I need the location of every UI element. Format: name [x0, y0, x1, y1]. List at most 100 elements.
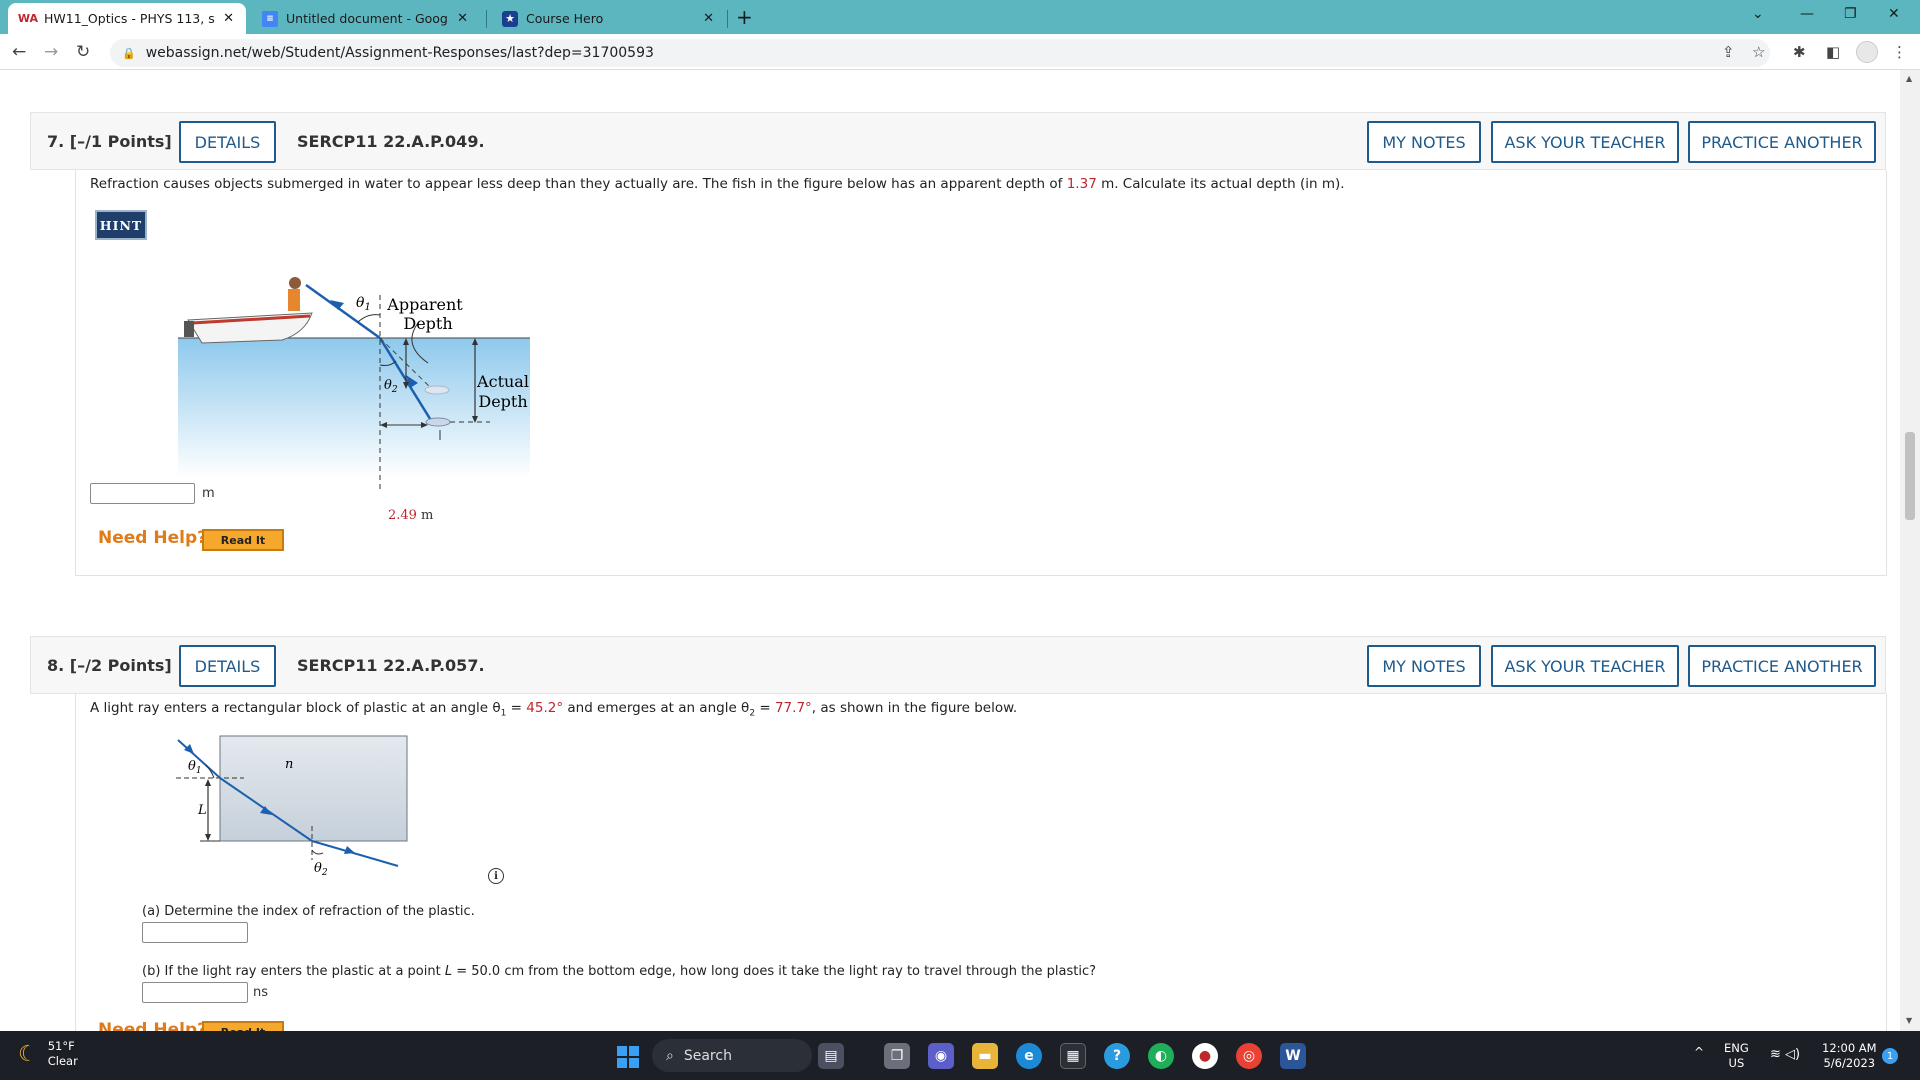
address-bar[interactable]: 🔒 webassign.net/web/Student/Assignment-R… — [110, 39, 1770, 67]
shield-app-icon[interactable]: ● — [1192, 1043, 1218, 1069]
app-icon[interactable]: ◐ — [1148, 1043, 1174, 1069]
restore-icon[interactable]: ❐ — [1844, 6, 1857, 22]
windows-taskbar: ☾ 51°F Clear ⌕ Search ▤ ❐ ◉ ▬ e ▦ ? ◐ ● … — [0, 1031, 1920, 1080]
question-code: SERCP11 22.A.P.057. — [297, 656, 485, 675]
share-icon[interactable]: ⇪ — [1722, 43, 1735, 61]
wifi-volume-icon[interactable]: ≋ ◁) — [1770, 1047, 1800, 1062]
bookmark-star-icon[interactable]: ☆ — [1752, 43, 1765, 61]
back-icon[interactable]: ← — [12, 42, 26, 62]
extensions-icon[interactable]: ✱ — [1793, 43, 1806, 61]
ray-arrow — [344, 846, 355, 854]
apparent-label: Apparent — [386, 295, 463, 314]
theta1-arc — [357, 314, 381, 323]
language-secondary: US — [1728, 1056, 1745, 1070]
file-explorer-icon[interactable]: ▬ — [972, 1043, 998, 1069]
question-number: 8. [–/2 Points] — [47, 656, 172, 675]
close-tab-icon[interactable]: ✕ — [703, 11, 714, 26]
menu-kebab-icon[interactable]: ⋮ — [1892, 43, 1907, 61]
actual-depth-input[interactable] — [90, 483, 195, 504]
theta2-arc — [311, 849, 324, 855]
details-button[interactable]: DETAILS — [179, 121, 276, 163]
actual-depth-label: Depth — [478, 392, 527, 411]
search-icon: ⌕ — [666, 1047, 674, 1064]
temperature: 51°F — [47, 1039, 75, 1053]
weather-widget[interactable]: ☾ 51°F Clear — [18, 1039, 78, 1069]
word-icon[interactable]: W — [1280, 1043, 1306, 1069]
fish-image — [424, 385, 450, 395]
edge-icon[interactable]: e — [1016, 1043, 1042, 1069]
tab-separator — [486, 10, 487, 28]
part-a-text: (a) Determine the index of refraction of… — [142, 904, 475, 919]
boat-motor — [184, 321, 194, 337]
n-label: n — [285, 757, 293, 772]
notification-badge[interactable]: 1 — [1882, 1048, 1898, 1064]
theta1-label: θ1 — [188, 759, 202, 776]
unit-label: m — [202, 486, 215, 501]
scroll-thumb[interactable] — [1905, 432, 1915, 520]
info-icon[interactable]: i — [488, 868, 504, 884]
clock[interactable]: 12:00 AM 5/6/2023 — [1822, 1041, 1877, 1071]
tab-course-hero[interactable]: ★ Course Hero ✕ — [490, 3, 726, 34]
details-button[interactable]: DETAILS — [179, 645, 276, 687]
apparent-depth-label: Depth — [403, 314, 452, 333]
practice-another-button[interactable]: PRACTICE ANOTHER — [1688, 121, 1876, 163]
side-panel-icon[interactable]: ◧ — [1826, 43, 1840, 61]
tray-chevron-icon[interactable]: ^ — [1694, 1045, 1704, 1060]
practice-another-button[interactable]: PRACTICE ANOTHER — [1688, 645, 1876, 687]
plastic-block — [219, 735, 408, 842]
theta1-label: θ1 — [356, 295, 371, 313]
part-b-input[interactable] — [142, 982, 248, 1003]
weather-condition: Clear — [47, 1054, 78, 1068]
read-it-button[interactable]: Read It — [202, 529, 284, 551]
my-notes-button[interactable]: MY NOTES — [1367, 121, 1481, 163]
fish — [425, 417, 451, 427]
tab-search-icon[interactable]: ⌄ — [1752, 6, 1764, 22]
text-part: A light ray enters a rectangular block o… — [90, 700, 501, 716]
page-scrollbar[interactable]: ▲ ▼ — [1900, 70, 1920, 1031]
scroll-down-icon[interactable]: ▼ — [1906, 1016, 1912, 1025]
fisherman-head — [289, 277, 301, 289]
need-help-label: Need Help? — [98, 1020, 207, 1031]
new-tab-icon[interactable]: + — [736, 5, 753, 29]
close-window-icon[interactable]: ✕ — [1888, 6, 1900, 22]
close-tab-icon[interactable]: ✕ — [223, 11, 234, 26]
text-part: and emerges at an angle θ — [563, 700, 750, 716]
help-icon[interactable]: ? — [1104, 1043, 1130, 1069]
tab-separator — [727, 10, 728, 28]
profile-avatar[interactable] — [1856, 41, 1878, 63]
url-text: webassign.net/web/Student/Assignment-Res… — [145, 45, 654, 61]
hint-button[interactable]: HINT — [95, 210, 147, 240]
teams-icon[interactable]: ◉ — [928, 1043, 954, 1069]
question-7-text: Refraction causes objects submerged in w… — [90, 176, 1345, 192]
outgoing-ray — [311, 840, 399, 867]
actual-label: Actual — [476, 372, 529, 391]
read-it-button[interactable]: Read It — [202, 1021, 284, 1031]
task-view-icon[interactable]: ❐ — [884, 1043, 910, 1069]
scroll-up-icon[interactable]: ▲ — [1906, 74, 1912, 83]
tab-google-doc[interactable]: ≡ Untitled document - Google Doc ✕ — [250, 3, 480, 34]
store-icon[interactable]: ▦ — [1060, 1043, 1086, 1069]
language-indicator[interactable]: ENG US — [1724, 1041, 1749, 1071]
taskbar-search[interactable]: ⌕ Search — [652, 1039, 812, 1072]
L-label: L — [197, 803, 207, 818]
text-part: (b) If the light ray enters the plastic … — [142, 964, 445, 979]
question-number: 7. [–/1 Points] — [47, 132, 172, 151]
unit-label: ns — [253, 985, 269, 1000]
widgets-icon[interactable]: ▤ — [818, 1043, 844, 1069]
text-part: m. Calculate its actual depth (in m). — [1096, 176, 1345, 192]
part-a-input[interactable] — [142, 922, 248, 943]
ask-your-teacher-button[interactable]: ASK YOUR TEACHER — [1491, 645, 1679, 687]
reload-icon[interactable]: ↻ — [76, 42, 90, 62]
close-tab-icon[interactable]: ✕ — [457, 11, 468, 26]
chrome-icon[interactable]: ◎ — [1236, 1043, 1262, 1069]
need-help-label: Need Help? — [98, 528, 207, 548]
ask-your-teacher-button[interactable]: ASK YOUR TEACHER — [1491, 121, 1679, 163]
windows-start-icon[interactable] — [617, 1046, 639, 1068]
my-notes-button[interactable]: MY NOTES — [1367, 645, 1481, 687]
forward-icon[interactable]: → — [44, 42, 58, 62]
tab-webassign[interactable]: WA HW11_Optics - PHYS 113, sectio ✕ — [8, 3, 246, 34]
tab-title: Course Hero — [526, 11, 604, 26]
text-part: = — [506, 700, 527, 716]
search-label: Search — [683, 1047, 732, 1064]
minimize-icon[interactable]: — — [1800, 6, 1814, 22]
